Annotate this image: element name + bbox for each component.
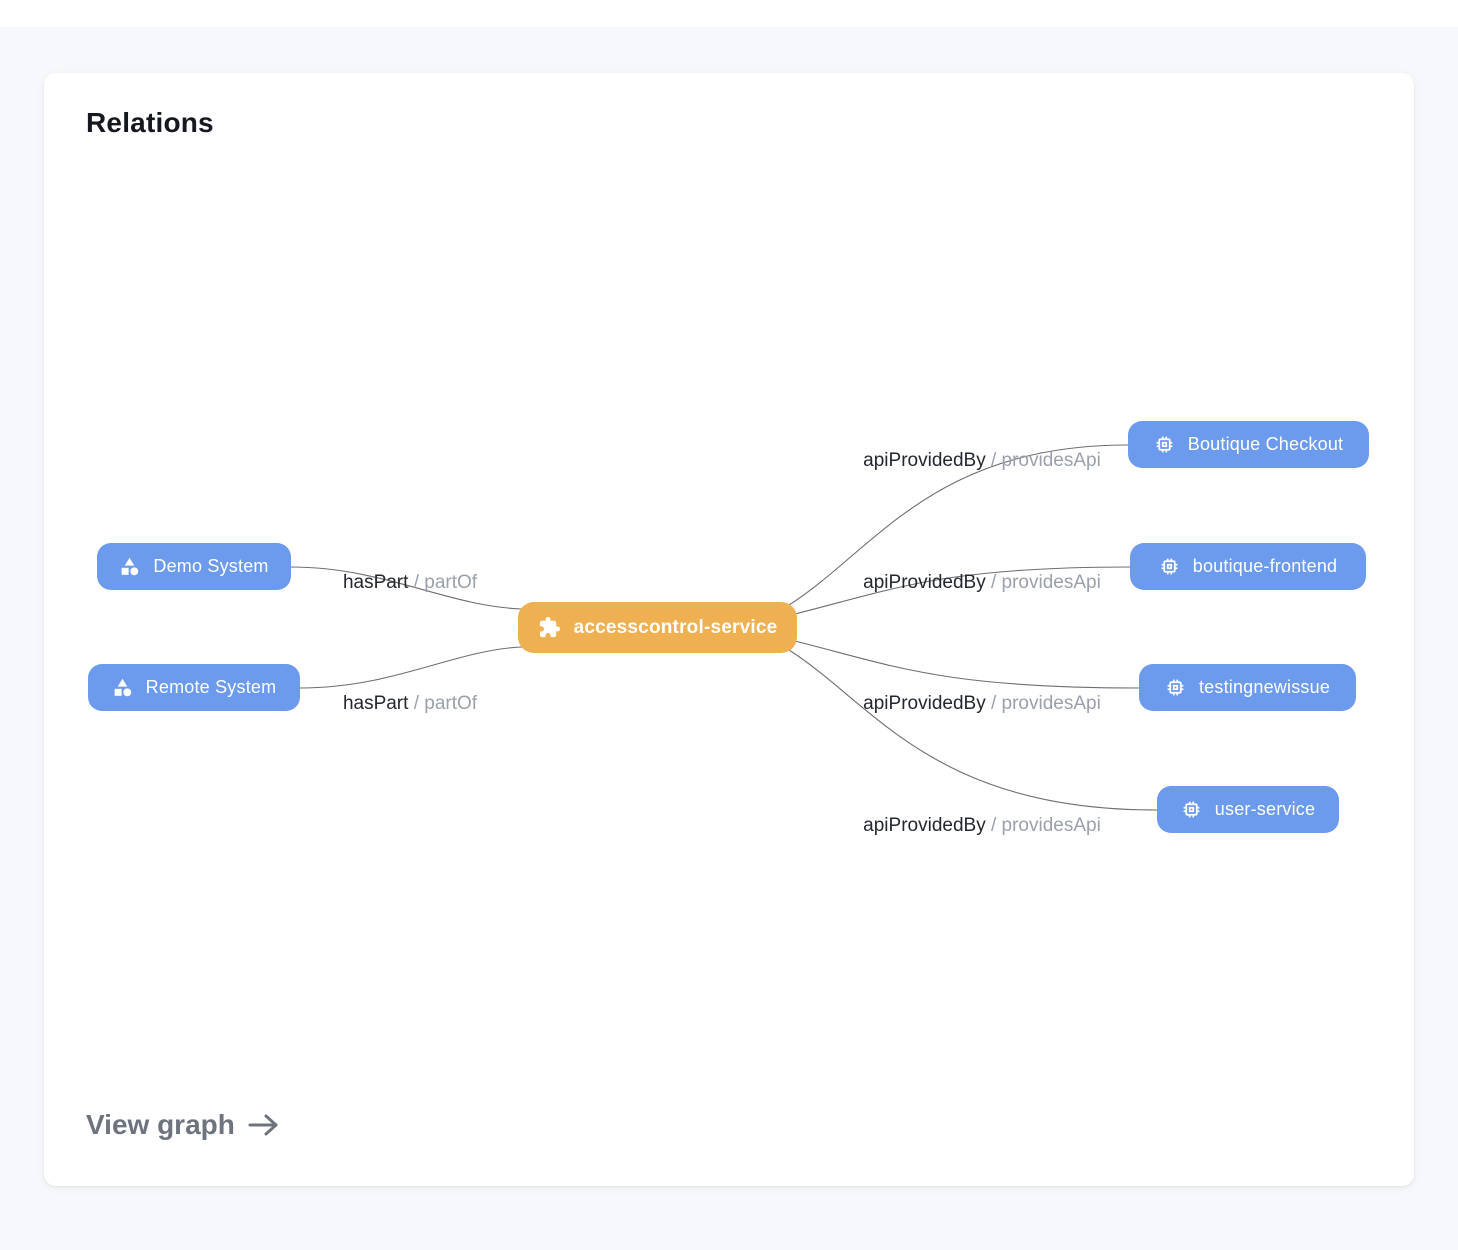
node-label: boutique-frontend (1193, 556, 1338, 577)
extension-icon (538, 616, 561, 639)
relations-graph: hasPart / partOf hasPart / partOf apiPro… (44, 73, 1414, 1186)
memory-icon (1181, 799, 1202, 820)
category-icon (112, 677, 133, 698)
node-label: Boutique Checkout (1188, 434, 1344, 455)
view-graph-link[interactable]: View graph (86, 1109, 281, 1141)
node-label: accesscontrol-service (574, 617, 778, 639)
edge-remote-system (300, 647, 522, 688)
node-user-service[interactable]: user-service (1157, 786, 1339, 833)
category-icon (119, 556, 140, 577)
edge-testingnewissue (795, 641, 1139, 688)
node-label: Remote System (146, 677, 277, 698)
view-graph-label: View graph (86, 1109, 235, 1141)
edge-user-service (789, 650, 1157, 810)
memory-icon (1165, 677, 1186, 698)
node-demo-system[interactable]: Demo System (97, 543, 291, 590)
relations-card: Relations hasPart / partOf hasPart / par… (44, 73, 1414, 1186)
memory-icon (1154, 434, 1175, 455)
node-label: user-service (1215, 799, 1315, 820)
node-accesscontrol-service[interactable]: accesscontrol-service (518, 602, 797, 653)
node-testingnewissue[interactable]: testingnewissue (1139, 664, 1356, 711)
edge-boutique-frontend (795, 567, 1130, 614)
node-remote-system[interactable]: Remote System (88, 664, 300, 711)
edge-boutique-checkout (789, 445, 1128, 605)
arrow-right-icon (247, 1112, 281, 1138)
node-boutique-checkout[interactable]: Boutique Checkout (1128, 421, 1369, 468)
node-label: testingnewissue (1199, 677, 1330, 698)
memory-icon (1159, 556, 1180, 577)
node-label: Demo System (153, 556, 268, 577)
edge-demo-system (291, 567, 522, 609)
node-boutique-frontend[interactable]: boutique-frontend (1130, 543, 1366, 590)
